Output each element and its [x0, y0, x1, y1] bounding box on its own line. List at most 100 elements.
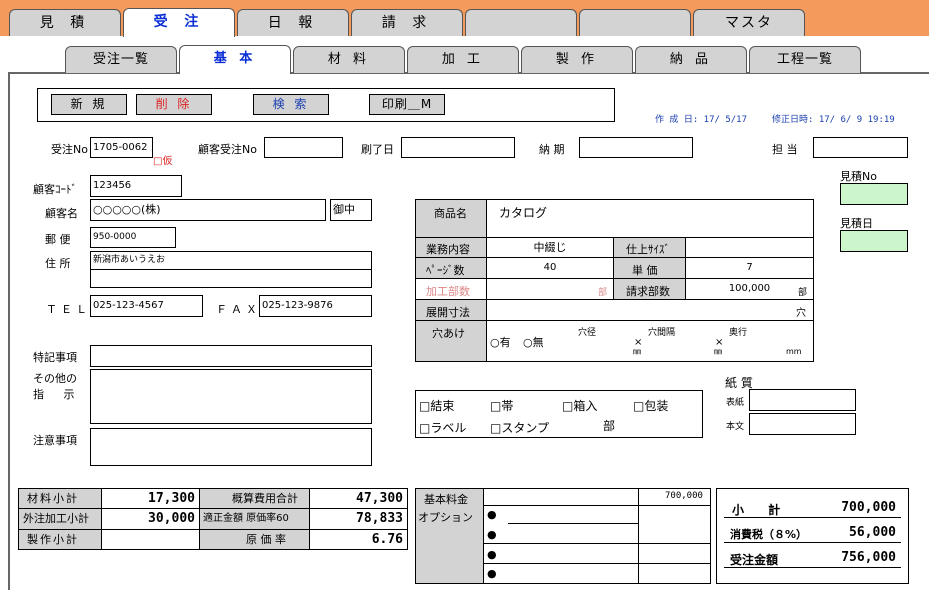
- mm-unit-3: mm: [786, 347, 802, 356]
- cover-paper-label: 表紙: [726, 398, 745, 408]
- subtab-basic[interactable]: 基 本: [179, 45, 291, 74]
- tel-label: ＴＥＬ: [46, 303, 91, 316]
- subtab-order-list[interactable]: 受注一覧: [65, 46, 177, 73]
- subtab-material[interactable]: 材 料: [293, 46, 405, 73]
- hole-yes-radio[interactable]: ○有: [490, 334, 511, 350]
- caution-label: 注意事項: [33, 434, 77, 447]
- hole-gap-label: 穴間隔: [648, 328, 676, 338]
- label-checkbox[interactable]: □ラベル: [419, 419, 466, 436]
- cover-paper-field[interactable]: [749, 389, 856, 411]
- processing-count-label: 加工部数: [415, 278, 487, 300]
- estimate-date-field[interactable]: [840, 230, 908, 252]
- processing-count-field[interactable]: [486, 278, 614, 300]
- customer-code-field[interactable]: 123456: [90, 175, 182, 197]
- print-end-label: 刷了日: [361, 143, 394, 156]
- mm-unit-1: ㎜: [633, 347, 641, 356]
- body-paper-field[interactable]: [749, 413, 856, 435]
- caution-field[interactable]: [90, 428, 372, 466]
- boxed-checkbox[interactable]: □箱入: [562, 397, 597, 414]
- estimate-no-label: 見積No: [840, 170, 877, 183]
- subtab-process-list[interactable]: 工程一覧: [749, 46, 861, 73]
- customer-name-field[interactable]: ○○○○○(株): [90, 199, 326, 221]
- address-label: 住 所: [45, 257, 71, 270]
- option-row-line-1: [508, 523, 638, 524]
- print-button[interactable]: 印刷＿M: [369, 94, 445, 115]
- delivery-field[interactable]: [579, 137, 693, 158]
- unit-price-label: 単 価: [613, 257, 686, 279]
- option-row-line-3: [484, 563, 711, 564]
- subtab-processing[interactable]: 加 工: [407, 46, 519, 73]
- tab-blank-1[interactable]: [465, 9, 577, 36]
- address-field-2[interactable]: [90, 269, 372, 288]
- binding-checkbox[interactable]: □結束: [419, 397, 454, 414]
- customer-name-label: 顧客名: [45, 207, 78, 220]
- unfold-size-field[interactable]: [486, 299, 814, 321]
- subtab-delivery[interactable]: 納 品: [635, 46, 747, 73]
- print-end-field[interactable]: [401, 137, 515, 158]
- stamp-checkbox[interactable]: □スタンプ: [490, 419, 549, 436]
- tab-master[interactable]: マスタ: [693, 9, 805, 36]
- fax-field[interactable]: 025-123-9876: [259, 295, 372, 317]
- processing-count-unit: 部: [598, 288, 608, 298]
- special-notes-field[interactable]: [90, 345, 372, 367]
- tab-daily-report[interactable]: 日 報: [237, 9, 349, 36]
- base-fee-label: 基本料金: [424, 493, 468, 506]
- provisional-checkbox[interactable]: □仮: [153, 152, 172, 167]
- client-order-no-field[interactable]: [264, 137, 343, 158]
- postal-field[interactable]: 950-0000: [90, 227, 176, 248]
- tab-billing[interactable]: 請 求: [351, 9, 463, 36]
- tax-value: 56,000: [849, 525, 896, 540]
- estimate-no-field[interactable]: [840, 183, 908, 205]
- order-no-field[interactable]: 1705-0062: [90, 137, 153, 158]
- hole-no-radio[interactable]: ○無: [523, 334, 544, 350]
- order-amount-value: 756,000: [841, 550, 896, 565]
- tax-label: 消費税（８%）: [730, 528, 808, 541]
- options-label: オプション: [418, 511, 473, 524]
- subtotal-label: 小 計: [732, 503, 791, 517]
- band-checkbox[interactable]: □帯: [490, 397, 513, 414]
- wrapping-checkbox[interactable]: □包装: [633, 397, 668, 414]
- person-field[interactable]: [813, 137, 908, 158]
- honorific-field[interactable]: 御中: [330, 199, 372, 221]
- billing-count-field[interactable]: 100,000: [685, 278, 814, 300]
- delete-button[interactable]: 削 除: [136, 94, 212, 115]
- option-bullet-4: ●: [487, 567, 497, 580]
- tab-blank-2[interactable]: [579, 9, 691, 36]
- mm-unit-2: ㎜: [714, 347, 722, 356]
- created-date: 作 成 日: 17/ 5/17: [655, 115, 748, 125]
- product-name-field[interactable]: カタログ: [486, 199, 814, 238]
- client-order-no-label: 顧客受注No: [198, 143, 257, 156]
- unfold-size-label: 展開寸法: [415, 299, 487, 321]
- special-notes-label: 特記事項: [33, 351, 77, 364]
- postal-label: 郵 便: [45, 233, 71, 246]
- product-name-label: 商品名: [415, 199, 487, 238]
- body-paper-label: 本文: [726, 422, 745, 432]
- order-amount-underline: [724, 567, 901, 568]
- subtab-production[interactable]: 製 作: [521, 46, 633, 73]
- unit-price-field[interactable]: 7: [685, 257, 814, 279]
- option-bullet-1: ●: [487, 508, 497, 521]
- other-instructions-field[interactable]: [90, 369, 372, 424]
- outsource-subtotal-label: 外注加工小計: [18, 508, 102, 530]
- work-field[interactable]: 中綴じ: [486, 237, 614, 258]
- address-field-1[interactable]: 新潟市あいうえお: [90, 251, 372, 270]
- hole-depth-label: 奥行: [729, 328, 748, 338]
- pages-field[interactable]: 40: [486, 257, 614, 279]
- tel-field[interactable]: 025-123-4567: [90, 295, 203, 317]
- base-fee-divider: [638, 488, 639, 584]
- estimate-date-label: 見積日: [840, 217, 873, 230]
- outsource-subtotal-value: 30,000: [101, 508, 200, 530]
- option-row-line-2: [484, 543, 711, 544]
- search-button[interactable]: 検 索: [253, 94, 329, 115]
- tax-underline: [724, 542, 901, 543]
- tab-order[interactable]: 受 注: [123, 8, 235, 37]
- subtotal-underline: [724, 517, 901, 518]
- hole-diameter-label: 穴径: [578, 328, 597, 338]
- new-button[interactable]: 新 規: [51, 94, 127, 115]
- order-amount-label: 受注金額: [730, 553, 779, 567]
- production-subtotal-value: [101, 529, 200, 550]
- finish-size-field[interactable]: [685, 237, 814, 258]
- tab-estimate[interactable]: 見 積: [9, 9, 121, 36]
- production-subtotal-label: 製作小計: [18, 529, 102, 550]
- finish-size-label: 仕上ｻｲｽﾞ: [613, 237, 686, 258]
